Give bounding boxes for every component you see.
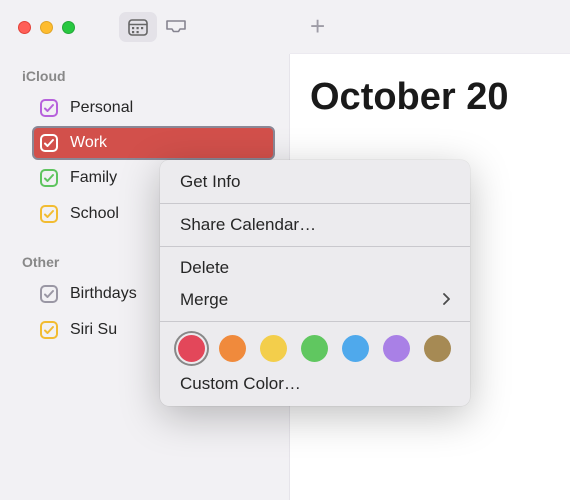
sidebar-item-label: Family <box>70 169 117 187</box>
menu-separator <box>160 246 470 247</box>
fullscreen-window-button[interactable] <box>62 21 75 34</box>
minimize-window-button[interactable] <box>40 21 53 34</box>
checkbox-icon[interactable] <box>40 134 58 152</box>
color-swatch-yellow[interactable] <box>260 335 287 362</box>
menu-item-get-info[interactable]: Get Info <box>160 166 470 198</box>
menu-item-delete[interactable]: Delete <box>160 252 470 284</box>
inbox-button[interactable] <box>157 12 195 42</box>
window-controls <box>18 21 75 34</box>
sidebar-item-personal[interactable]: Personal <box>0 90 289 126</box>
menu-separator <box>160 203 470 204</box>
menu-item-custom-color[interactable]: Custom Color… <box>160 368 470 400</box>
menu-item-merge[interactable]: Merge <box>160 284 470 316</box>
color-swatch-blue[interactable] <box>342 335 369 362</box>
sidebar-item-label: Birthdays <box>70 285 137 303</box>
inbox-icon <box>165 19 187 35</box>
color-swatch-red[interactable] <box>178 335 205 362</box>
add-event-button[interactable]: + <box>310 11 325 42</box>
chevron-right-icon <box>442 292 450 308</box>
sidebar-item-label: School <box>70 205 119 223</box>
color-swatch-purple[interactable] <box>383 335 410 362</box>
menu-separator <box>160 321 470 322</box>
context-menu: Get Info Share Calendar… Delete Merge Cu… <box>160 160 470 406</box>
page-title: October 20 <box>290 54 570 119</box>
menu-item-share-calendar[interactable]: Share Calendar… <box>160 209 470 241</box>
sidebar-item-label: Work <box>70 134 107 152</box>
calendar-icon <box>128 19 148 36</box>
checkbox-icon[interactable] <box>40 99 58 117</box>
checkbox-icon[interactable] <box>40 285 58 303</box>
sidebar-item-label: Personal <box>70 99 133 117</box>
calendars-toggle-button[interactable] <box>119 12 157 42</box>
checkbox-icon[interactable] <box>40 205 58 223</box>
section-header-icloud: iCloud <box>0 64 289 90</box>
color-swatch-orange[interactable] <box>219 335 246 362</box>
close-window-button[interactable] <box>18 21 31 34</box>
color-swatch-brown[interactable] <box>424 335 451 362</box>
checkbox-icon[interactable] <box>40 169 58 187</box>
color-swatch-row <box>160 327 470 368</box>
sidebar-item-work[interactable]: Work <box>32 126 275 160</box>
sidebar-item-label: Siri Su <box>70 321 117 339</box>
checkbox-icon[interactable] <box>40 321 58 339</box>
color-swatch-green[interactable] <box>301 335 328 362</box>
